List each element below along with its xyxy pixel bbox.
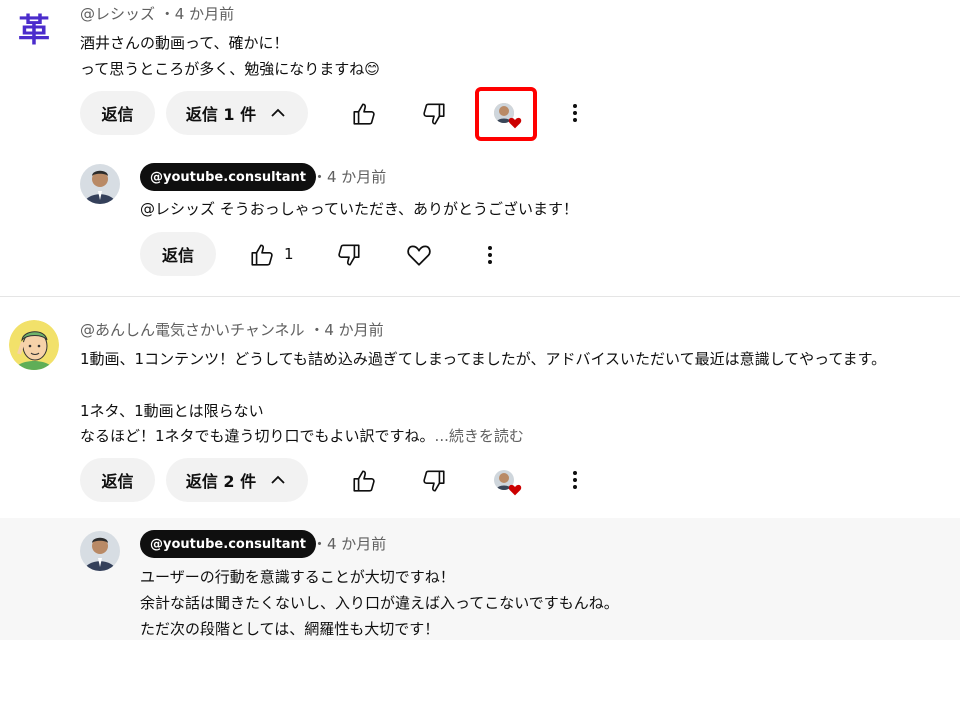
reply-2-author-chip[interactable]: @youtube.consultant: [140, 530, 316, 558]
heart-icon: [508, 117, 522, 129]
more-options-icon[interactable]: [564, 101, 586, 125]
comment-2-text-line-2: 1ネタ、1動画とは限らない: [80, 402, 264, 420]
comment-2-author[interactable]: @あんしん電気さかいチャンネル: [80, 321, 305, 339]
cartoon-avatar-icon: [9, 320, 59, 370]
heart-icon: [508, 484, 522, 496]
reply-1-time[interactable]: ・4 か月前: [312, 166, 386, 187]
comment-2-text-line-3: なるほど！1ネタでも違う切り口でもよい訳ですね。...続きを読む: [80, 423, 524, 449]
reply-2-text: ユーザーの行動を意識することが大切ですね！ 余計な話は聞きたくないし、入り口が違…: [140, 568, 619, 638]
thumbs-down-icon[interactable]: [421, 468, 447, 494]
reply-2-avatar[interactable]: [80, 531, 120, 571]
reply-label: 返信: [101, 472, 134, 491]
chevron-up-icon: [271, 475, 285, 484]
reply-label: 返信: [161, 246, 194, 265]
read-more-link[interactable]: ...続きを読む: [435, 427, 524, 445]
comment-1-time[interactable]: ・4 か月前: [160, 5, 234, 23]
comment-1-author[interactable]: @レシッズ: [80, 5, 155, 23]
comment-1-reply-button[interactable]: 返信: [80, 91, 155, 135]
comment-2-avatar[interactable]: [9, 320, 59, 370]
comment-2-reply-button[interactable]: 返信: [80, 458, 155, 502]
comment-2-time[interactable]: ・4 か月前: [309, 321, 383, 339]
reply-label: 返信: [101, 105, 134, 124]
thumbs-up-icon[interactable]: [351, 468, 377, 494]
reply-2-time[interactable]: ・4 か月前: [312, 533, 386, 554]
comment-2-text-line-1: 1動画、1コンテンツ！どうしても詰め込み過ぎてしまってましたが、アドバイスいただ…: [80, 350, 887, 368]
reply-1-text: @レシッズ そうおっしゃっていただき、ありがとうございます！: [140, 200, 578, 218]
comment-2-header: @あんしん電気さかいチャンネル ・4 か月前: [80, 319, 384, 340]
more-options-icon[interactable]: [479, 243, 501, 267]
reply-1-reply-button[interactable]: 返信: [140, 232, 216, 276]
person-icon: [80, 164, 120, 204]
thumbs-down-icon[interactable]: [421, 101, 447, 127]
heart-outline-icon[interactable]: [406, 243, 432, 267]
comment-1-text: 酒井さんの動画って、確かに！ って思うところが多く、勉強になりますね😊: [80, 34, 380, 78]
chevron-up-icon: [271, 108, 285, 117]
divider: [0, 296, 960, 297]
comment-1-replies-toggle[interactable]: 返信 1 件: [166, 91, 308, 135]
thumbs-up-icon[interactable]: [249, 242, 275, 268]
reply-1-author: @youtube.consultant: [150, 169, 306, 185]
person-icon: [80, 531, 120, 571]
thumbs-down-icon[interactable]: [336, 242, 362, 268]
comment-2-replies-toggle[interactable]: 返信 2 件: [166, 458, 308, 502]
reply-1-like-count: 1: [284, 245, 294, 263]
comment-2-text-line-3-body: なるほど！1ネタでも違う切り口でもよい訳ですね。: [80, 427, 435, 445]
replies-toggle-label: 返信 2 件: [185, 472, 257, 491]
reply-2-author: @youtube.consultant: [150, 536, 306, 552]
reply-1-avatar[interactable]: [80, 164, 120, 204]
replies-toggle-label: 返信 1 件: [185, 105, 257, 124]
reply-1-author-chip[interactable]: @youtube.consultant: [140, 163, 316, 191]
comment-1-avatar[interactable]: 革: [14, 8, 54, 49]
more-options-icon[interactable]: [564, 468, 586, 492]
thumbs-up-icon[interactable]: [351, 101, 377, 127]
comment-1-header: @レシッズ ・4 か月前: [80, 3, 234, 24]
